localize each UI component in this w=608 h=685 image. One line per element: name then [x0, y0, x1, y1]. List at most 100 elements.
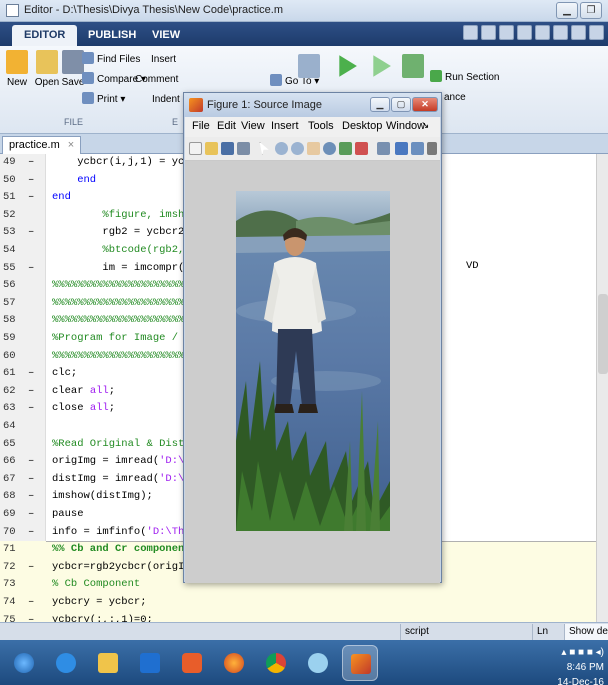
- outlook-button[interactable]: [132, 645, 168, 681]
- executable-line-marker[interactable]: –: [28, 612, 34, 622]
- hide-plot-tools-icon[interactable]: [427, 142, 437, 155]
- start-button[interactable]: [6, 645, 42, 681]
- executable-line-marker[interactable]: –: [28, 154, 34, 172]
- figure-title-bar[interactable]: Figure 1: Source Image ▁ ▢ ✕: [184, 93, 441, 117]
- print-figure-icon[interactable]: [237, 142, 250, 155]
- internet-explorer-button[interactable]: [48, 645, 84, 681]
- save-label: Save: [61, 77, 85, 88]
- code-fragment-vd: VD: [466, 260, 479, 272]
- line-status: Ln 72: [532, 624, 562, 653]
- run-time-button[interactable]: [398, 54, 428, 81]
- menu-view[interactable]: View: [241, 120, 265, 132]
- quick-switch-icon[interactable]: [571, 25, 586, 40]
- quick-paste-icon[interactable]: [517, 25, 532, 40]
- executable-line-marker[interactable]: –: [28, 224, 34, 242]
- matlab-taskbar-button[interactable]: [342, 645, 378, 681]
- menu-tools[interactable]: Tools: [308, 120, 334, 132]
- save-figure-icon[interactable]: [221, 142, 234, 155]
- insert-button[interactable]: Insert: [151, 54, 176, 65]
- folder-icon: [98, 653, 118, 673]
- paint-button[interactable]: [300, 645, 336, 681]
- executable-line-marker[interactable]: –: [28, 189, 34, 207]
- comment-button[interactable]: Comment: [135, 74, 178, 85]
- scrollbar-thumb[interactable]: [598, 294, 608, 374]
- executable-line-marker[interactable]: –: [28, 471, 34, 489]
- code-line[interactable]: 75 – ycbcry(:,:,1)=0;: [0, 611, 596, 622]
- line-number: 69: [3, 508, 16, 520]
- data-cursor-icon[interactable]: [339, 142, 352, 155]
- menu-insert[interactable]: Insert: [271, 120, 299, 132]
- quick-copy-icon[interactable]: [499, 25, 514, 40]
- brush-icon[interactable]: [355, 142, 368, 155]
- maximize-button[interactable]: ❐: [580, 2, 602, 19]
- menu-file[interactable]: File: [192, 120, 210, 132]
- breakpoints-button[interactable]: [294, 54, 324, 81]
- link-plot-icon[interactable]: [377, 142, 390, 155]
- menu-overflow-icon[interactable]: ↘: [421, 120, 429, 131]
- code-line[interactable]: 74– ycbcry = ycbcr;: [0, 594, 596, 612]
- executable-line-marker[interactable]: –: [28, 506, 34, 524]
- colorbar-icon[interactable]: [395, 142, 408, 155]
- quick-undo-icon[interactable]: [535, 25, 550, 40]
- chrome-button[interactable]: [258, 645, 294, 681]
- open-file-icon[interactable]: [205, 142, 218, 155]
- clock-date[interactable]: 14-Dec-16: [557, 675, 604, 685]
- run-section-button[interactable]: Run Section: [430, 70, 499, 83]
- menu-edit[interactable]: Edit: [217, 120, 236, 132]
- code-text: ycbcry(:,:,1)=0;: [52, 613, 153, 622]
- figure-minimize-button[interactable]: ▁: [370, 97, 390, 112]
- executable-line-marker[interactable]: –: [28, 172, 34, 190]
- zoom-out-icon[interactable]: [291, 142, 304, 155]
- advance-button[interactable]: ance: [444, 92, 466, 103]
- tab-publish[interactable]: PUBLISH: [76, 25, 148, 46]
- run-advance-button[interactable]: [366, 54, 396, 81]
- quick-save-icon[interactable]: [463, 25, 478, 40]
- figure-canvas[interactable]: [185, 161, 440, 583]
- executable-line-marker[interactable]: –: [28, 383, 34, 401]
- clock-time[interactable]: 8:46 PM: [557, 660, 604, 675]
- figure-maximize-button[interactable]: ▢: [391, 97, 411, 112]
- zoom-in-icon[interactable]: [275, 142, 288, 155]
- quick-redo-icon[interactable]: [553, 25, 568, 40]
- executable-line-marker[interactable]: –: [28, 453, 34, 471]
- show-desktop-button[interactable]: Show deskto: [564, 624, 608, 640]
- menu-window[interactable]: Window: [386, 120, 425, 132]
- line-number: 71: [3, 543, 16, 556]
- new-button[interactable]: New: [2, 50, 32, 88]
- run-button[interactable]: [332, 54, 362, 81]
- edit-group-label: E: [172, 117, 179, 127]
- help-icon[interactable]: [589, 25, 604, 40]
- tray-icons[interactable]: ▴ ■ ■ ■ ◂): [557, 645, 604, 660]
- minimize-button[interactable]: ▁: [556, 2, 578, 19]
- executable-line-marker[interactable]: –: [28, 488, 34, 506]
- media-player-button[interactable]: [174, 645, 210, 681]
- indent-button[interactable]: Indent: [152, 94, 180, 105]
- tab-practice-m[interactable]: practice.m ×: [2, 136, 82, 154]
- menu-desktop[interactable]: Desktop: [342, 120, 382, 132]
- editor-scrollbar[interactable]: [596, 154, 608, 622]
- firefox-button[interactable]: [216, 645, 252, 681]
- pan-icon[interactable]: [307, 142, 320, 155]
- close-tab-icon[interactable]: ×: [68, 139, 74, 151]
- executable-line-marker[interactable]: –: [28, 400, 34, 418]
- executable-line-marker[interactable]: –: [28, 365, 34, 383]
- tab-view[interactable]: VIEW: [140, 25, 192, 46]
- executable-line-marker[interactable]: –: [28, 559, 34, 577]
- line-number: 68: [3, 490, 16, 503]
- edit-plot-icon[interactable]: [259, 142, 269, 155]
- legend-icon[interactable]: [411, 142, 424, 155]
- quick-cut-icon[interactable]: [481, 25, 496, 40]
- file-explorer-button[interactable]: [90, 645, 126, 681]
- executable-line-marker[interactable]: –: [28, 524, 34, 542]
- tab-editor[interactable]: EDITOR: [12, 25, 78, 46]
- new-figure-icon[interactable]: [189, 142, 202, 155]
- rotate-3d-icon[interactable]: [323, 142, 336, 155]
- figure-window[interactable]: Figure 1: Source Image ▁ ▢ ✕ File Edit V…: [183, 92, 442, 583]
- print-button[interactable]: Print ▾: [82, 92, 125, 105]
- executable-line-marker[interactable]: –: [28, 260, 34, 278]
- editor-app-icon: [6, 4, 19, 17]
- find-files-button[interactable]: Find Files: [82, 52, 140, 65]
- line-number: 72: [3, 560, 16, 573]
- figure-close-button[interactable]: ✕: [412, 97, 438, 112]
- executable-line-marker[interactable]: –: [28, 594, 34, 612]
